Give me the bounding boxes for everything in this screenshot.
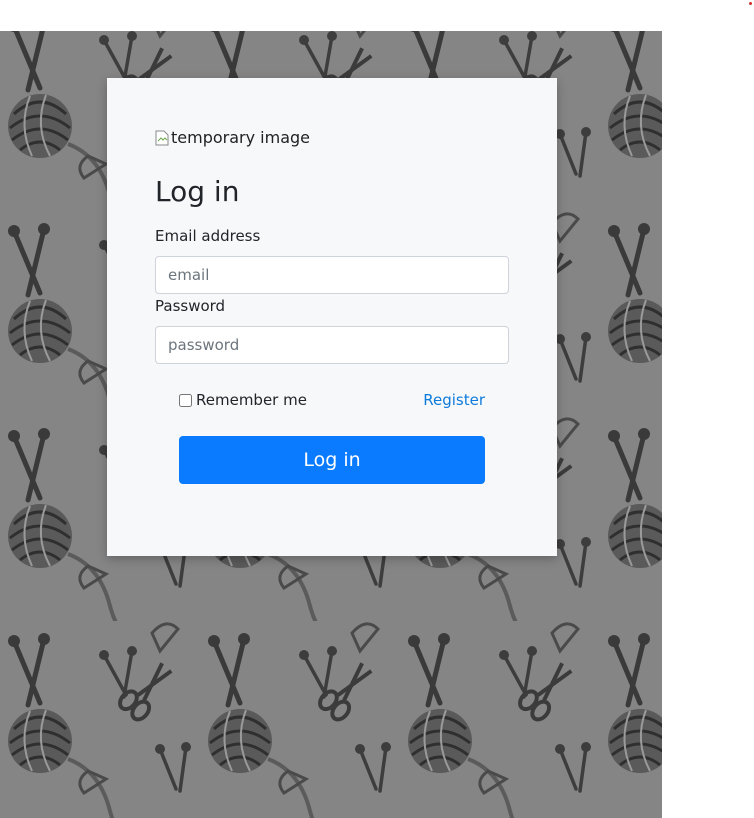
- temporary-image-alt-text: temporary image: [171, 128, 310, 147]
- corner-dot: [749, 2, 752, 5]
- remember-me-row[interactable]: Remember me: [179, 390, 307, 410]
- login-card: temporary image Log in Email address Pas…: [107, 78, 557, 556]
- password-label: Password: [155, 297, 226, 315]
- password-input[interactable]: [155, 326, 509, 364]
- email-label: Email address: [155, 227, 261, 245]
- page-title: Log in: [155, 175, 240, 208]
- temporary-image: temporary image: [155, 128, 310, 148]
- login-page: temporary image Log in Email address Pas…: [0, 0, 754, 818]
- email-input[interactable]: [155, 256, 509, 294]
- remember-me-label: Remember me: [196, 391, 307, 409]
- remember-me-checkbox[interactable]: [179, 393, 192, 407]
- login-button[interactable]: Log in: [179, 436, 485, 484]
- broken-image-icon: [155, 130, 169, 146]
- register-link[interactable]: Register: [423, 390, 485, 410]
